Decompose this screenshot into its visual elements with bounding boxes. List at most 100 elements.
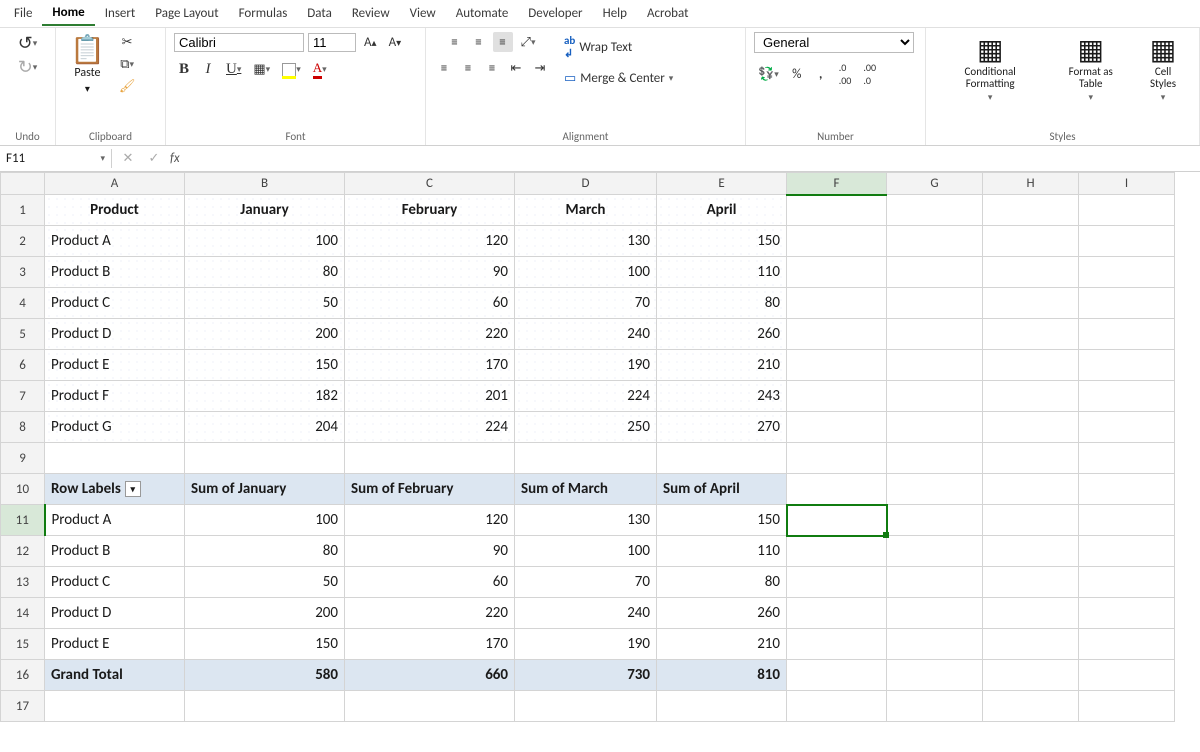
cell[interactable]	[185, 691, 345, 722]
comma-button[interactable]: ,	[811, 64, 831, 84]
cell[interactable]	[887, 660, 983, 691]
cell[interactable]	[45, 691, 185, 722]
cell[interactable]: 150	[185, 629, 345, 660]
cell[interactable]: 220	[345, 319, 515, 350]
cell[interactable]	[1079, 288, 1175, 319]
cell[interactable]: 150	[657, 505, 787, 536]
row-header[interactable]: 10	[1, 474, 45, 505]
cell[interactable]: Product E	[45, 350, 185, 381]
font-name-combo[interactable]	[174, 33, 304, 52]
cell[interactable]	[787, 381, 887, 412]
fx-icon[interactable]: fx	[170, 151, 180, 166]
cell[interactable]: 70	[515, 288, 657, 319]
cell[interactable]: 182	[185, 381, 345, 412]
cell[interactable]: February	[345, 195, 515, 226]
cell[interactable]	[787, 474, 887, 505]
cell[interactable]: 150	[185, 350, 345, 381]
cell[interactable]	[983, 660, 1079, 691]
underline-button[interactable]: U	[222, 59, 245, 80]
cell-styles-button[interactable]: ▦ Cell Styles	[1135, 32, 1191, 107]
cell[interactable]	[787, 536, 887, 567]
format-painter-button[interactable]: 🖌	[115, 76, 140, 96]
cell[interactable]	[1079, 536, 1175, 567]
cell[interactable]	[983, 226, 1079, 257]
cell[interactable]: 80	[657, 288, 787, 319]
cell[interactable]: 90	[345, 257, 515, 288]
merge-center-button[interactable]: ▭ Merge & Center	[560, 68, 677, 88]
cell[interactable]: April	[657, 195, 787, 226]
cell[interactable]	[1079, 567, 1175, 598]
wrap-text-button[interactable]: ab↲ Wrap Text	[560, 32, 636, 62]
cell[interactable]: 120	[345, 226, 515, 257]
cell[interactable]	[787, 505, 887, 536]
cell[interactable]: Product B	[45, 257, 185, 288]
cell[interactable]	[1079, 660, 1175, 691]
cell[interactable]: 50	[185, 567, 345, 598]
cell[interactable]: Product D	[45, 598, 185, 629]
row-header[interactable]: 15	[1, 629, 45, 660]
increase-indent-button[interactable]: ⇥	[530, 58, 550, 78]
col-header-B[interactable]: B	[185, 173, 345, 195]
cell[interactable]: 100	[185, 505, 345, 536]
cell[interactable]: 110	[657, 536, 787, 567]
undo-button[interactable]: ↺	[14, 32, 42, 54]
cell[interactable]: 240	[515, 598, 657, 629]
cell[interactable]	[345, 443, 515, 474]
cell[interactable]	[887, 195, 983, 226]
cell[interactable]	[887, 350, 983, 381]
cell[interactable]	[1079, 443, 1175, 474]
col-header-H[interactable]: H	[983, 173, 1079, 195]
row-header[interactable]: 3	[1, 257, 45, 288]
col-header-G[interactable]: G	[887, 173, 983, 195]
cell[interactable]	[515, 691, 657, 722]
decrease-decimal-button[interactable]: .00.0	[859, 59, 880, 89]
cell[interactable]	[787, 598, 887, 629]
cell[interactable]: 210	[657, 350, 787, 381]
cell[interactable]: Product C	[45, 567, 185, 598]
align-middle-button[interactable]: ≡	[469, 32, 489, 52]
cell[interactable]: Product	[45, 195, 185, 226]
cell[interactable]: 730	[515, 660, 657, 691]
cell[interactable]	[1079, 474, 1175, 505]
cell[interactable]	[515, 443, 657, 474]
align-top-button[interactable]: ≡	[445, 32, 465, 52]
align-right-button[interactable]: ≡	[482, 58, 502, 78]
filter-dropdown-icon[interactable]: ▾	[125, 481, 141, 497]
tab-home[interactable]: Home	[42, 1, 94, 26]
cell[interactable]	[657, 443, 787, 474]
cancel-formula-button[interactable]: ✕	[118, 149, 138, 169]
tab-data[interactable]: Data	[297, 2, 342, 25]
cell[interactable]	[887, 598, 983, 629]
cell[interactable]: 260	[657, 598, 787, 629]
row-header[interactable]: 17	[1, 691, 45, 722]
cell[interactable]: 201	[345, 381, 515, 412]
cell[interactable]	[983, 443, 1079, 474]
cell[interactable]	[887, 381, 983, 412]
cell[interactable]	[1079, 598, 1175, 629]
cell[interactable]	[887, 288, 983, 319]
bold-button[interactable]: B	[174, 59, 194, 80]
cell[interactable]: 100	[185, 226, 345, 257]
spreadsheet-grid[interactable]: ABCDEFGHI1ProductJanuaryFebruaryMarchApr…	[0, 172, 1200, 752]
row-header[interactable]: 9	[1, 443, 45, 474]
cell[interactable]: 120	[345, 505, 515, 536]
cell[interactable]: Sum of February	[345, 474, 515, 505]
cell[interactable]	[787, 412, 887, 443]
cell[interactable]	[983, 319, 1079, 350]
cell[interactable]: 200	[185, 319, 345, 350]
cell[interactable]: Sum of April	[657, 474, 787, 505]
paste-button[interactable]: 📋 Paste ▾	[64, 32, 111, 99]
cell[interactable]: 220	[345, 598, 515, 629]
cell[interactable]: 260	[657, 319, 787, 350]
tab-file[interactable]: File	[4, 2, 42, 25]
cell[interactable]	[1079, 412, 1175, 443]
format-as-table-button[interactable]: ▦ Format as Table	[1050, 32, 1131, 107]
row-header[interactable]: 1	[1, 195, 45, 226]
cell[interactable]: 150	[657, 226, 787, 257]
align-bottom-button[interactable]: ≡	[493, 32, 513, 52]
cell[interactable]	[983, 381, 1079, 412]
cell[interactable]: 250	[515, 412, 657, 443]
cell[interactable]: 243	[657, 381, 787, 412]
cell[interactable]	[887, 412, 983, 443]
cell[interactable]: Row Labels▾	[45, 474, 185, 505]
